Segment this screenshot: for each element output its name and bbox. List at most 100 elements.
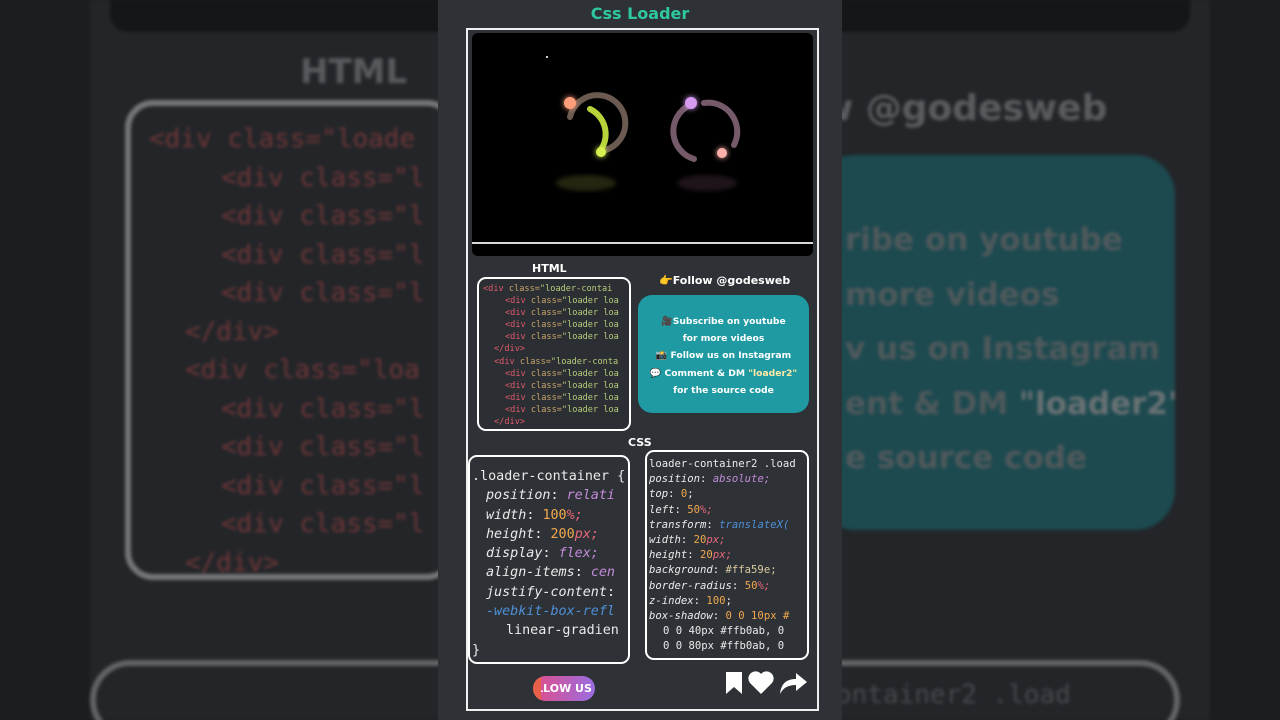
html-tag: <div <box>505 308 526 319</box>
css-declaration: -webkit-box-refl <box>472 602 628 621</box>
css-declaration: width: 100%; <box>472 506 628 525</box>
css-declaration: width: 20px; <box>649 533 807 548</box>
info-panel-text: 📸 Follow us on Instagram <box>655 350 792 362</box>
left-spinner-arc <box>587 106 609 154</box>
css-declaration: top: 0; <box>649 487 807 502</box>
html-attr: class= <box>525 320 562 331</box>
loader-animation <box>556 92 741 191</box>
right-spinner-head <box>685 97 697 109</box>
css-colon: : <box>534 526 551 542</box>
html-code-snippet: <div class="loader-contai <div class="loa… <box>477 277 631 431</box>
background-code-line: <div class="l <box>149 274 431 313</box>
background-code-text: <div class="l <box>221 239 425 270</box>
css-shadow-line: 0 0 40px #ffb0ab, 0 <box>663 625 785 638</box>
html-attr: class= <box>503 284 540 294</box>
share-icon[interactable] <box>778 670 808 696</box>
html-attr: class= <box>525 404 562 415</box>
html-tag: <div <box>505 296 526 307</box>
html-attr: class= <box>525 296 562 307</box>
background-panel-line: ent & DM "loader2" <box>845 377 1175 432</box>
css-colon: : <box>526 507 543 523</box>
background-panel-quote: "loader2" <box>1018 385 1175 422</box>
html-attr-value: "loader loa <box>561 332 619 343</box>
css-colon: : <box>674 503 688 516</box>
info-panel-line: for more videos <box>638 330 809 347</box>
css-colon: : <box>550 488 567 504</box>
css-property: width <box>486 507 527 523</box>
info-panel-text: for more videos <box>682 333 765 345</box>
css-property: position <box>486 488 551 504</box>
html-code-line: <div class="loader loa <box>483 404 629 416</box>
left-spinner-reflection <box>556 175 616 191</box>
html-attr-value: "loader loa <box>561 404 619 415</box>
css-number: 20 <box>700 549 713 562</box>
css-number: 200 <box>550 526 575 542</box>
background-code-text: <div class="l <box>221 278 425 308</box>
css-unit: ; <box>687 488 694 501</box>
background-code-line: <div class="l <box>149 159 431 198</box>
background-code-text: <div class="l <box>221 162 425 193</box>
background-code-line: <div class="l <box>149 390 431 429</box>
html-code-line: </div> <box>483 343 629 355</box>
left-spinner-head <box>596 147 606 157</box>
css-colon: : <box>668 488 681 501</box>
info-panel: 🎥Subscribe on youtube for more videos 📸 Fo… <box>638 295 809 413</box>
css-property: background <box>649 564 713 577</box>
bookmark-icon[interactable] <box>724 670 744 696</box>
css-colon: : <box>706 518 720 531</box>
background-panel-text: more videos <box>845 276 1060 313</box>
heart-icon[interactable] <box>747 670 775 696</box>
html-attr: class= <box>525 368 562 379</box>
html-tag: <div <box>505 404 526 415</box>
css-selector: .loader-container { <box>472 469 626 484</box>
css-gradient-value: linear-gradien <box>506 623 619 639</box>
background-panel-text: ent & DM <box>845 385 1019 422</box>
css-property: position <box>649 473 701 486</box>
background-code-text: </div> <box>185 547 279 578</box>
background-panel-text: ribe on youtube <box>845 222 1123 258</box>
preview-baseline <box>472 242 813 244</box>
right-spinner-tail <box>717 148 727 158</box>
css-number: 100 <box>706 594 726 607</box>
background-follow-text: w @godesweb <box>820 88 1108 129</box>
html-attr: class= <box>525 380 562 391</box>
html-tag: <div <box>505 380 526 391</box>
css-colon: : <box>712 564 726 577</box>
background-code-text: <div class="l <box>221 432 425 462</box>
left-spinner <box>556 92 629 191</box>
html-attr-value: "loader loa <box>561 368 619 379</box>
background-panel-line: ribe on youtube <box>845 213 1175 268</box>
css-unit: px; <box>712 549 732 562</box>
html-attr-value: "loader-contai <box>539 284 613 294</box>
css-property: top <box>649 488 669 501</box>
html-code-line: <div class="loader-conta <box>483 356 629 368</box>
css-unit: %; <box>700 503 713 516</box>
css-declaration: transform: translateX( <box>649 518 807 533</box>
css-declaration: height: 20px; <box>649 548 807 563</box>
background-code-text: <div class="l <box>221 470 425 501</box>
css-number: 50 <box>744 579 758 592</box>
css-colon: : <box>680 534 694 547</box>
follow-us-button[interactable]: LLOW US <box>533 676 595 701</box>
background-panel-text: v us on Instagram <box>845 331 1160 367</box>
background-code-line: <div class="l <box>149 428 431 467</box>
css-number: 20 <box>693 534 707 547</box>
info-panel-text: 🎥Subscribe on youtube <box>661 316 786 327</box>
html-attr: class= <box>525 392 562 403</box>
background-bottom-code-text: ontainer2 .load <box>836 680 1071 710</box>
css-property: box-shadow <box>649 610 713 623</box>
css-colon: : <box>687 549 701 562</box>
info-panel-line: for the source code <box>638 382 809 399</box>
css-code-snippet-right: loader-container2 .load position: absolut… <box>645 450 809 660</box>
html-attr-value: "loader loa <box>561 392 619 403</box>
html-code-line: <div class="loader loa <box>483 319 629 331</box>
right-spinner-ring-left <box>670 102 697 162</box>
css-declaration: left: 50%; <box>649 503 807 518</box>
css-declaration: display: flex; <box>472 544 628 563</box>
html-tag: <div <box>505 392 526 403</box>
html-tag: <div <box>505 320 526 331</box>
loader-preview <box>472 33 813 256</box>
css-property: justify-content <box>486 584 607 600</box>
background-code-text: <div class="l <box>221 509 425 539</box>
css-close-brace: } <box>472 642 481 658</box>
